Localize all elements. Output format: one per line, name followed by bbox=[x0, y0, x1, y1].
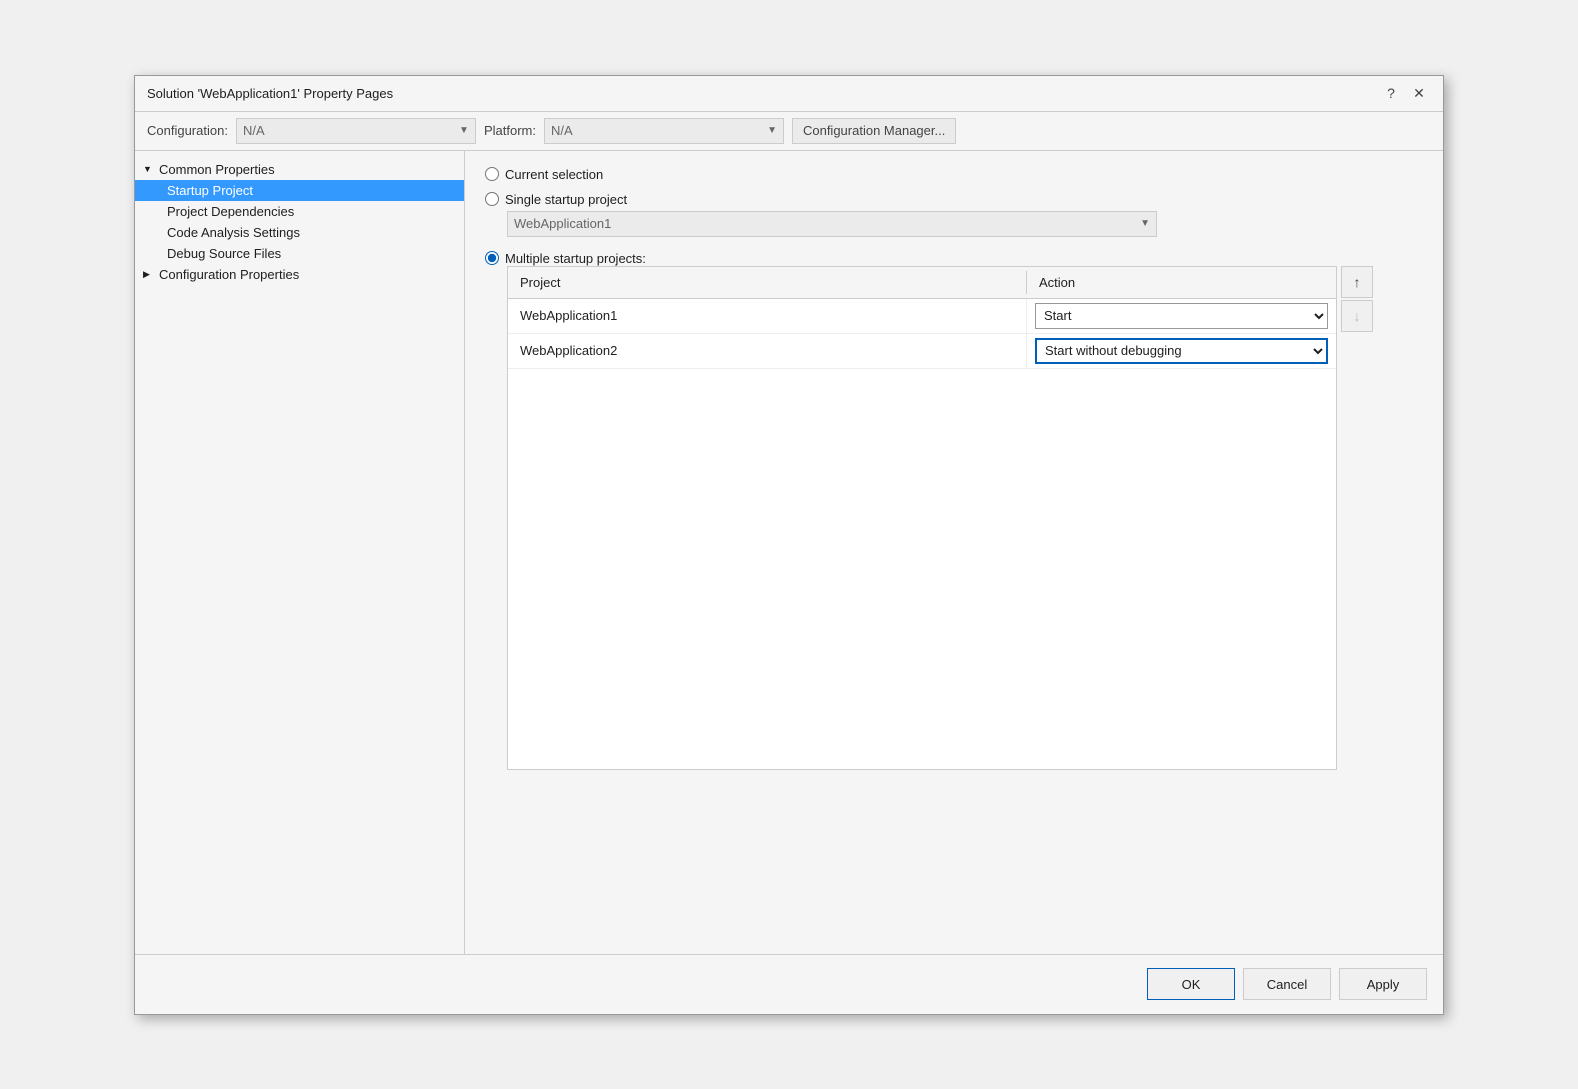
project-dependencies-label: Project Dependencies bbox=[167, 204, 294, 219]
platform-dropdown[interactable]: N/A ▼ bbox=[544, 118, 784, 144]
right-panel: Current selection Single startup project… bbox=[465, 151, 1443, 954]
tree-startup-project[interactable]: Startup Project bbox=[135, 180, 464, 201]
table-empty-area bbox=[508, 369, 1336, 769]
bottom-bar: OK Cancel Apply bbox=[135, 954, 1443, 1014]
single-startup-radio[interactable] bbox=[485, 192, 499, 206]
property-pages-dialog: Solution 'WebApplication1' Property Page… bbox=[134, 75, 1444, 1015]
title-bar-buttons: ? ✕ bbox=[1379, 81, 1431, 105]
action-cell: None Start Start without debugging bbox=[1026, 299, 1336, 333]
action-cell-2: None Start Start without debugging bbox=[1026, 334, 1336, 368]
single-project-dropdown-arrow: ▼ bbox=[1140, 218, 1150, 229]
multiple-startup-section: Multiple startup projects: Project Actio… bbox=[485, 251, 1423, 770]
table-row: WebApplication1 None Start Start without… bbox=[508, 299, 1336, 334]
cancel-button[interactable]: Cancel bbox=[1243, 968, 1331, 1000]
startup-project-label: Startup Project bbox=[167, 183, 253, 198]
col-project-header: Project bbox=[508, 271, 1026, 294]
projects-table: Project Action WebApplication1 bbox=[507, 266, 1337, 770]
config-properties-expand-icon: ▶ bbox=[143, 269, 159, 280]
configuration-label: Configuration: bbox=[147, 123, 228, 138]
multiple-startup-row: Multiple startup projects: bbox=[485, 251, 1423, 266]
arrow-buttons: ↑ ↓ bbox=[1341, 266, 1373, 332]
action-select-1[interactable]: None Start Start without debugging bbox=[1035, 303, 1328, 329]
config-bar: Configuration: N/A ▼ Platform: N/A ▼ Con… bbox=[135, 112, 1443, 151]
current-selection-row: Current selection bbox=[485, 167, 1423, 182]
common-properties-expand-icon: ▼ bbox=[143, 164, 159, 174]
move-up-button[interactable]: ↑ bbox=[1341, 266, 1373, 298]
single-startup-row: Single startup project bbox=[485, 192, 1423, 207]
tree-code-analysis-settings[interactable]: Code Analysis Settings bbox=[135, 222, 464, 243]
project-name-cell: WebApplication1 bbox=[508, 302, 1026, 329]
multiple-startup-radio[interactable] bbox=[485, 251, 499, 265]
tree-configuration-properties[interactable]: ▶ Configuration Properties bbox=[135, 264, 464, 285]
platform-value: N/A bbox=[551, 123, 573, 138]
current-selection-label[interactable]: Current selection bbox=[505, 167, 603, 182]
table-header: Project Action bbox=[508, 267, 1336, 299]
configuration-dropdown-arrow: ▼ bbox=[459, 125, 469, 136]
close-button[interactable]: ✕ bbox=[1407, 81, 1431, 105]
platform-label: Platform: bbox=[484, 123, 536, 138]
tree-debug-source-files[interactable]: Debug Source Files bbox=[135, 243, 464, 264]
table-row: WebApplication2 None Start Start without… bbox=[508, 334, 1336, 369]
single-startup-section: Single startup project WebApplication1 ▼ bbox=[485, 192, 1423, 237]
dialog-title: Solution 'WebApplication1' Property Page… bbox=[147, 86, 393, 101]
single-startup-label[interactable]: Single startup project bbox=[505, 192, 627, 207]
startup-radio-group: Current selection Single startup project… bbox=[485, 167, 1423, 770]
move-down-button[interactable]: ↓ bbox=[1341, 300, 1373, 332]
current-selection-radio[interactable] bbox=[485, 167, 499, 181]
multiple-startup-label[interactable]: Multiple startup projects: bbox=[505, 251, 646, 266]
configuration-properties-label: Configuration Properties bbox=[159, 267, 299, 282]
configuration-manager-button[interactable]: Configuration Manager... bbox=[792, 118, 956, 144]
common-properties-label: Common Properties bbox=[159, 162, 275, 177]
platform-dropdown-arrow: ▼ bbox=[767, 125, 777, 136]
single-project-value: WebApplication1 bbox=[514, 216, 611, 231]
help-button[interactable]: ? bbox=[1379, 81, 1403, 105]
tree-common-properties[interactable]: ▼ Common Properties bbox=[135, 159, 464, 180]
configuration-dropdown[interactable]: N/A ▼ bbox=[236, 118, 476, 144]
tree-project-dependencies[interactable]: Project Dependencies bbox=[135, 201, 464, 222]
project-name-cell-2: WebApplication2 bbox=[508, 337, 1026, 364]
debug-source-files-label: Debug Source Files bbox=[167, 246, 281, 261]
ok-button[interactable]: OK bbox=[1147, 968, 1235, 1000]
apply-button[interactable]: Apply bbox=[1339, 968, 1427, 1000]
left-panel: ▼ Common Properties Startup Project Proj… bbox=[135, 151, 465, 954]
col-action-header: Action bbox=[1026, 271, 1336, 294]
configuration-value: N/A bbox=[243, 123, 265, 138]
single-project-dropdown[interactable]: WebApplication1 ▼ bbox=[507, 211, 1157, 237]
projects-table-container: Project Action WebApplication1 bbox=[507, 266, 1423, 770]
main-content: ▼ Common Properties Startup Project Proj… bbox=[135, 151, 1443, 954]
action-select-2[interactable]: None Start Start without debugging bbox=[1035, 338, 1328, 364]
title-bar: Solution 'WebApplication1' Property Page… bbox=[135, 76, 1443, 112]
code-analysis-settings-label: Code Analysis Settings bbox=[167, 225, 300, 240]
